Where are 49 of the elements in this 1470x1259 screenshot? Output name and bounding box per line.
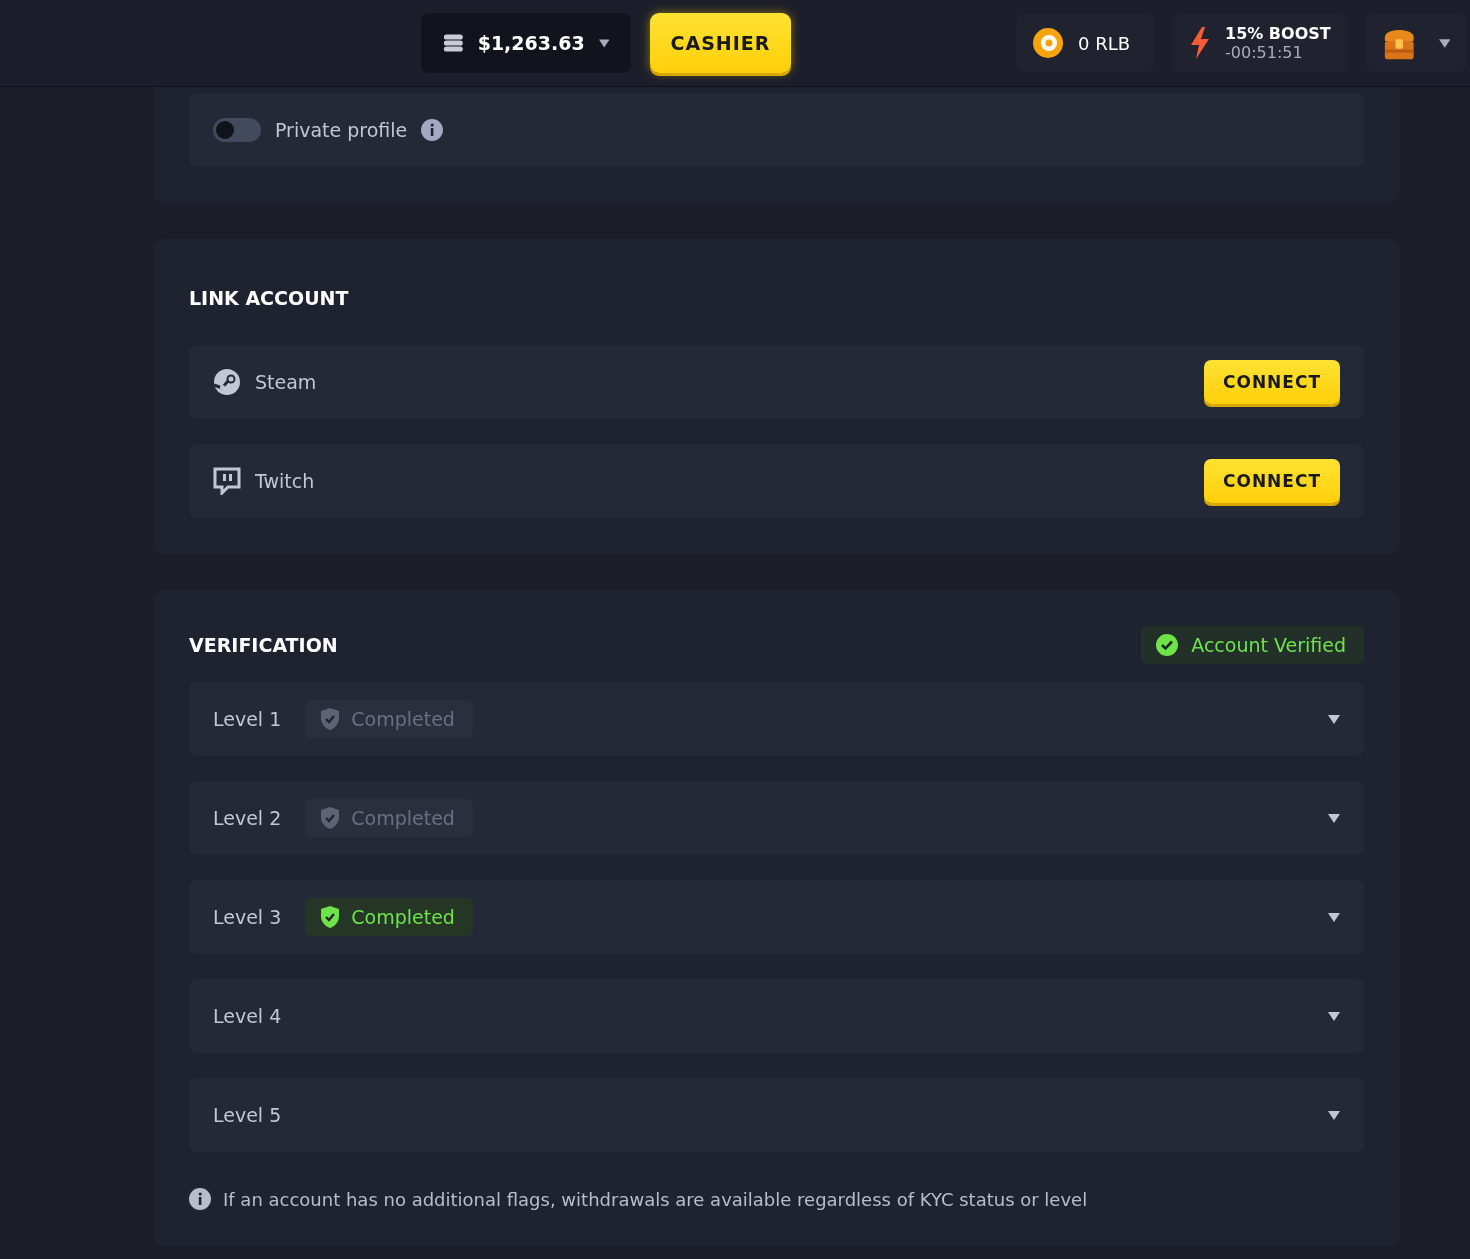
level-row[interactable]: Level 2 Completed [189, 781, 1364, 855]
shield-check-icon [319, 806, 342, 830]
level-label: Level 4 [213, 1005, 282, 1027]
info-icon [421, 119, 444, 141]
coin-stack-icon [443, 32, 464, 54]
twitch-icon [213, 467, 241, 495]
level-row[interactable]: Level 4 [189, 979, 1364, 1053]
badge-text: Completed [351, 807, 455, 829]
level-label: Level 3 [213, 906, 282, 928]
verified-text: Account Verified [1191, 634, 1346, 656]
shield-check-icon [319, 707, 342, 731]
boost-panel[interactable]: 15% BOOST -00:51:51 [1173, 14, 1347, 72]
caret-icon [1328, 912, 1340, 922]
connect-button[interactable]: CONNECT [1204, 459, 1340, 503]
level-label: Level 5 [213, 1104, 282, 1126]
rlb-balance[interactable]: 0 RLB [1016, 14, 1154, 72]
boost-title: 15% BOOST [1225, 24, 1331, 43]
level-label: Level 2 [213, 807, 282, 829]
level-row[interactable]: Level 3 Completed [189, 880, 1364, 954]
level-row[interactable]: Level 5 [189, 1078, 1364, 1152]
profile-menu[interactable] [1366, 14, 1466, 72]
coin-icon [1032, 27, 1064, 59]
level-row[interactable]: Level 1 Completed [189, 682, 1364, 756]
caret-icon [1438, 38, 1450, 48]
badge-text: Completed [351, 906, 455, 928]
rlb-amount: 0 RLB [1078, 32, 1131, 54]
caret-icon [1328, 714, 1340, 724]
balance-dropdown[interactable]: $1,263.63 [421, 13, 631, 73]
toggle-switch[interactable] [213, 118, 261, 142]
badge-text: Completed [351, 708, 455, 730]
connect-button[interactable]: CONNECT [1204, 360, 1340, 404]
check-circle-icon [1155, 633, 1180, 657]
caret-icon [1328, 813, 1340, 823]
cashier-button[interactable]: CASHIER [650, 13, 791, 73]
section-title: LINK ACCOUNT [189, 287, 350, 309]
account-name: Steam [255, 371, 317, 393]
account-name: Twitch [255, 470, 315, 492]
caret-icon [598, 38, 609, 48]
level-label: Level 1 [213, 708, 282, 730]
info-icon [189, 1188, 211, 1210]
section-title: VERIFICATION [189, 634, 338, 656]
caret-icon [1328, 1110, 1340, 1120]
lightning-icon [1189, 27, 1211, 59]
note-text: If an account has no additional flags, withdrawals are available regardless of KYC status or level [223, 1188, 1088, 1210]
steam-icon [213, 368, 241, 396]
private-profile-label: Private profile [275, 119, 408, 141]
boost-timer: -00:51:51 [1225, 43, 1304, 62]
shield-check-icon [319, 905, 342, 929]
caret-icon [1328, 1011, 1340, 1021]
